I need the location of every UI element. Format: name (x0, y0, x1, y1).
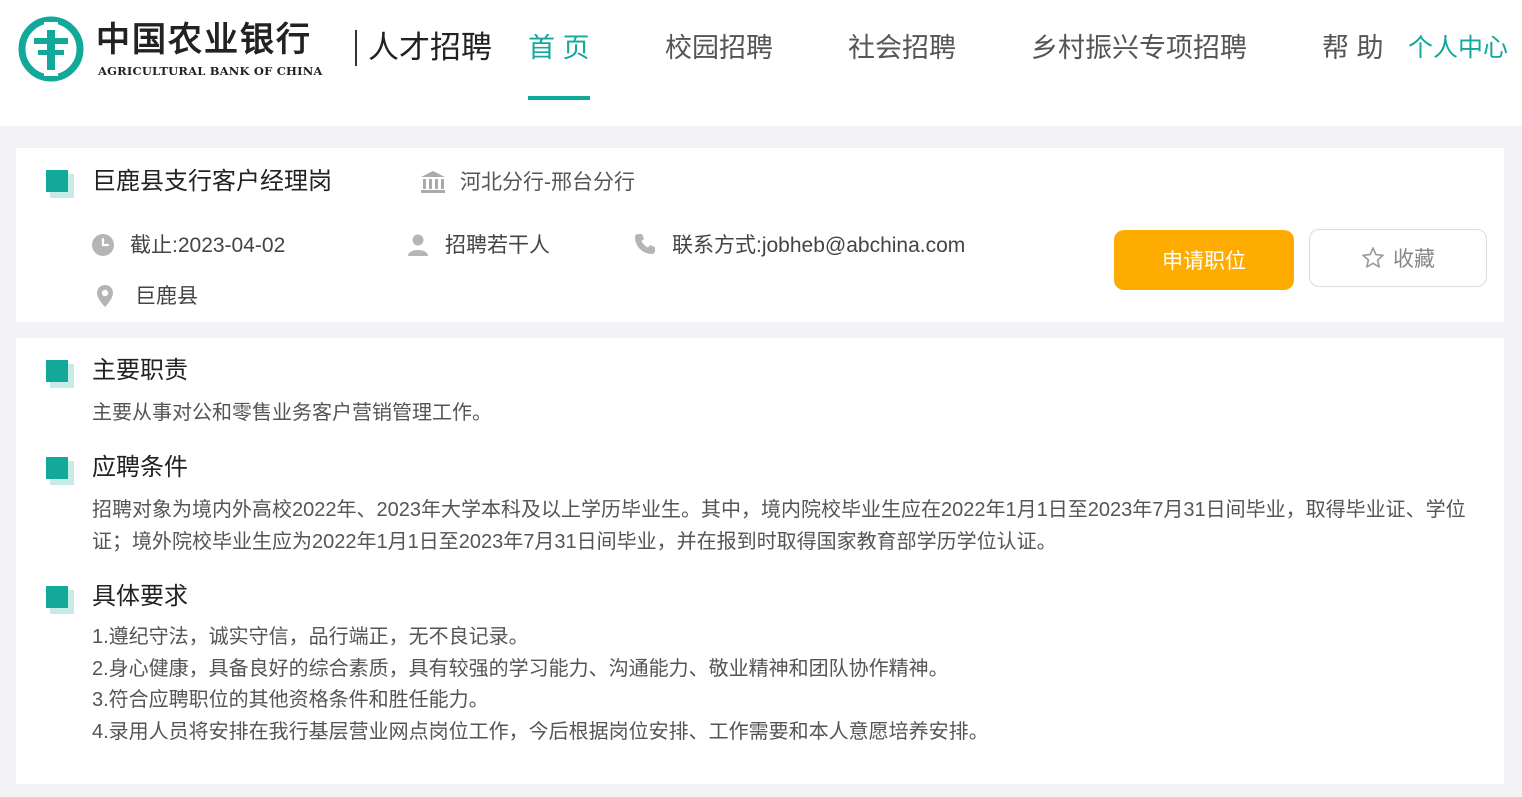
nav-help[interactable]: 帮 助 (1322, 30, 1384, 66)
favorite-label: 收藏 (1393, 248, 1435, 271)
job-branch: 河北分行-邢台分行 (460, 171, 635, 194)
location-pin-icon (97, 285, 113, 307)
conditions-marker-icon (46, 457, 74, 485)
duties-title: 主要职责 (92, 357, 188, 384)
requirements-marker-icon (46, 586, 74, 614)
logo-divider (355, 30, 357, 66)
conditions-title: 应聘条件 (92, 454, 188, 481)
job-title: 巨鹿县支行客户经理岗 (92, 168, 332, 195)
nav-home[interactable]: 首 页 (528, 30, 590, 66)
requirements-title: 具体要求 (92, 583, 188, 610)
job-contact: 联系方式:jobheb@abchina.com (672, 234, 966, 257)
bank-building-icon (421, 171, 445, 193)
requirement-item: 3.符合应聘职位的其他资格条件和胜任能力。 (92, 689, 489, 711)
requirement-item: 1.遵纪守法，诚实守信，品行端正，无不良记录。 (92, 626, 529, 648)
title-marker-icon (46, 170, 74, 198)
nav-social-recruitment[interactable]: 社会招聘 (848, 30, 956, 66)
logo-chinese-name: 中国农业银行 (96, 20, 312, 60)
job-deadline: 截止:2023-04-02 (130, 234, 286, 257)
conditions-text: 招聘对象为境内外高校2022年、2023年大学本科及以上学历毕业生。其中，境内院… (92, 499, 1466, 553)
requirement-item: 4.录用人员将安排在我行基层营业网点岗位工作，今后根据岗位安排、工作需要和本人意… (92, 720, 989, 743)
duties-marker-icon (46, 360, 74, 388)
requirements-list: 1.遵纪守法，诚实守信，品行端正，无不良记录。 2.身心健康，具备良好的综合素质… (92, 622, 1488, 748)
site-subtitle: 人才招聘 (368, 30, 492, 65)
requirement-item: 2.身心健康，具备良好的综合素质，具有较强的学习能力、沟通能力、敬业精神和团队协… (92, 657, 949, 680)
nav-campus-recruitment[interactable]: 校园招聘 (665, 30, 773, 66)
favorite-button[interactable]: 收藏 (1309, 229, 1487, 287)
abc-logo-icon[interactable] (18, 16, 84, 82)
apply-button[interactable]: 申请职位 (1114, 230, 1294, 290)
nav-active-indicator (528, 96, 590, 100)
star-icon (1362, 247, 1384, 268)
duties-text: 主要从事对公和零售业务客户营销管理工作。 (92, 402, 492, 424)
job-location: 巨鹿县 (135, 285, 198, 308)
job-summary-card: 巨鹿县支行客户经理岗 河北分行-邢台分行 截止:2023-04-02 招聘若干人… (16, 148, 1504, 322)
job-headcount: 招聘若干人 (445, 234, 550, 257)
phone-icon (635, 234, 655, 254)
job-detail-card: 主要职责 主要从事对公和零售业务客户营销管理工作。 应聘条件 招聘对象为境内外高… (16, 338, 1504, 784)
person-icon (408, 234, 428, 256)
clock-icon (92, 234, 114, 256)
nav-user-center[interactable]: 个人中心 (1408, 32, 1508, 64)
logo-english-name: AGRICULTURAL BANK OF CHINA (98, 64, 323, 78)
nav-rural-recruitment[interactable]: 乡村振兴专项招聘 (1031, 30, 1247, 66)
site-header: 中国农业银行 AGRICULTURAL BANK OF CHINA 人才招聘 首… (0, 0, 1522, 126)
